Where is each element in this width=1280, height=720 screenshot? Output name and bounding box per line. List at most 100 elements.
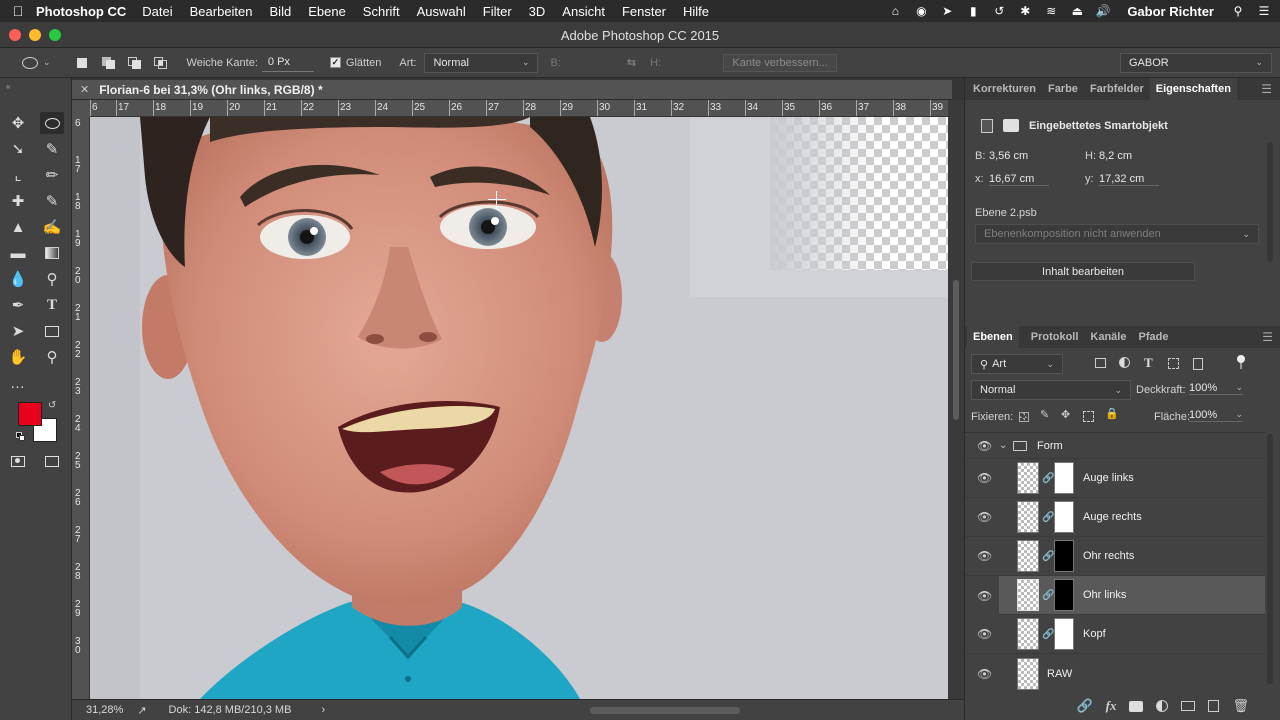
height-input[interactable] xyxy=(665,55,717,71)
width-value[interactable]: 3,56 cm xyxy=(989,150,1028,162)
dodge-tool-icon[interactable]: ⚲ xyxy=(40,268,64,290)
visibility-eye-icon[interactable]: 👁 xyxy=(977,589,992,603)
lock-transparent-pixels-icon[interactable] xyxy=(1019,412,1029,422)
smart-object-thumbnail[interactable] xyxy=(1017,618,1039,650)
smart-object-thumbnail[interactable] xyxy=(1017,657,1039,690)
new-group-icon[interactable] xyxy=(1181,701,1196,711)
layer-group-form[interactable]: 👁 ⌄ Form xyxy=(965,433,1265,459)
layer-style-fx-icon[interactable]: fx xyxy=(1106,698,1117,714)
canvas-vertical-scrollbar[interactable] xyxy=(948,100,964,699)
panel-menu-icon[interactable]: ☰ xyxy=(1261,82,1272,96)
ellipse-marquee-preset-icon[interactable] xyxy=(22,56,38,69)
notification-list-icon[interactable]: ☰ xyxy=(1256,4,1272,18)
quick-selection-tool-icon[interactable]: ✎ xyxy=(40,138,64,160)
gradient-tool-icon[interactable] xyxy=(40,242,64,264)
menu-bearbeiten[interactable]: Bearbeiten xyxy=(190,4,253,19)
battery-icon[interactable]: ▮ xyxy=(965,4,981,18)
clone-stamp-tool-icon[interactable]: ▲ xyxy=(6,216,30,238)
subtract-selection-icon[interactable] xyxy=(127,56,141,69)
zoom-level[interactable]: 31,28% xyxy=(86,704,123,716)
layer-filter-select[interactable]: ⚲ Art ⌄ xyxy=(971,354,1063,374)
delete-layer-icon[interactable]: 🗑 xyxy=(1232,698,1249,714)
visibility-eye-icon[interactable]: 👁 xyxy=(977,627,992,641)
edit-contents-button[interactable]: Inhalt bearbeiten xyxy=(971,262,1195,281)
zoom-tool-icon[interactable]: ⚲ xyxy=(40,346,64,368)
ellipse-marquee-tool-icon[interactable] xyxy=(40,112,64,134)
document-tab[interactable]: ✕ Florian-6 bei 31,3% (Ohr links, RGB/8)… xyxy=(72,80,952,100)
rectangle-tool-icon[interactable] xyxy=(40,320,64,342)
visibility-eye-icon[interactable]: 👁 xyxy=(977,667,992,681)
blur-tool-icon[interactable]: 💧 xyxy=(6,268,30,290)
smart-object-thumbnail[interactable] xyxy=(1017,540,1039,572)
tab-ebenen[interactable]: Ebenen xyxy=(967,326,1019,348)
smart-object-thumbnail[interactable] xyxy=(1017,462,1039,494)
layers-panel-menu-icon[interactable]: ☰ xyxy=(1262,330,1273,344)
new-adjustment-layer-icon[interactable] xyxy=(1156,700,1169,712)
fill-input[interactable]: 100% ⌄ xyxy=(1189,409,1243,422)
menu-hilfe[interactable]: Hilfe xyxy=(683,4,709,19)
collapse-toolbar-icon[interactable]: « xyxy=(6,82,10,91)
width-input[interactable] xyxy=(565,55,617,71)
group-name[interactable]: Form xyxy=(1037,440,1063,452)
horizontal-scrollbar[interactable] xyxy=(462,700,942,720)
layer-row[interactable]: 👁 RAW xyxy=(965,654,1265,693)
add-selection-icon[interactable] xyxy=(101,56,115,69)
mask-link-icon[interactable]: 🔗 xyxy=(1042,551,1054,562)
visibility-eye-icon[interactable]: 👁 xyxy=(977,471,992,485)
bluetooth-icon[interactable]: ✱ xyxy=(1017,4,1033,18)
lock-image-pixels-icon[interactable]: ✎ xyxy=(1040,408,1049,421)
eyedropper-tool-icon[interactable]: ✏ xyxy=(40,164,64,186)
layers-scrollbar[interactable] xyxy=(1267,434,1273,684)
foreground-color-swatch[interactable] xyxy=(18,402,42,426)
hand-tool-icon[interactable]: ✋ xyxy=(6,346,30,368)
status-menu-chevron-icon[interactable]: › xyxy=(321,704,325,716)
visibility-eye-icon[interactable]: 👁 xyxy=(977,549,992,563)
height-value[interactable]: 8,2 cm xyxy=(1099,150,1132,162)
smart-object-thumbnail[interactable] xyxy=(1017,579,1039,611)
menu-app-name[interactable]: Photoshop CC xyxy=(36,4,126,19)
group-expand-chevron-icon[interactable]: ⌄ xyxy=(999,440,1007,451)
new-selection-icon[interactable] xyxy=(76,57,87,68)
tab-eigenschaften[interactable]: Eigenschaften xyxy=(1149,78,1237,100)
tab-pfade[interactable]: Pfade xyxy=(1138,331,1168,343)
lock-all-icon[interactable]: 🔒 xyxy=(1105,407,1119,420)
new-layer-icon[interactable] xyxy=(1208,700,1220,712)
lock-artboard-icon[interactable] xyxy=(1083,411,1094,422)
intersect-selection-icon[interactable] xyxy=(153,56,167,69)
user-name[interactable]: Gabor Richter xyxy=(1127,4,1214,19)
spotlight-search-icon[interactable]: ⚲ xyxy=(1230,4,1246,18)
eject-icon[interactable]: ⏏ xyxy=(1069,4,1085,18)
vertical-ruler[interactable]: 6 1 7 1 8 1 9 2 0 2 1 2 2 2 3 2 4 2 5 2 6 2 7 2 8 2 9… xyxy=(72,117,90,699)
layer-name[interactable]: Ohr rechts xyxy=(1083,550,1134,562)
swap-colors-icon[interactable]: ↺ xyxy=(48,400,56,411)
pen-tool-icon[interactable]: ✒ xyxy=(6,294,30,316)
layer-row[interactable]: 👁 🔗 Auge rechts xyxy=(965,498,1265,537)
menu-ansicht[interactable]: Ansicht xyxy=(562,4,605,19)
brush-tool-icon[interactable]: ✎ xyxy=(40,190,64,212)
layer-name[interactable]: Auge rechts xyxy=(1083,511,1142,523)
style-select[interactable]: Normal ⌄ xyxy=(424,52,539,73)
layer-mask-thumbnail[interactable] xyxy=(1054,579,1074,611)
smart-object-thumbnail[interactable] xyxy=(1017,501,1039,533)
default-colors-icon[interactable] xyxy=(16,432,26,442)
more-tools-icon[interactable]: … xyxy=(6,372,30,394)
mask-link-icon[interactable]: 🔗 xyxy=(1042,512,1054,523)
home-icon[interactable]: ⌂ xyxy=(887,4,903,18)
refine-edge-button[interactable]: Kante verbessern... xyxy=(723,53,838,72)
tab-farbe[interactable]: Farbe xyxy=(1048,83,1078,95)
horizontal-ruler[interactable]: 6 17 18 19 20 21 22 23 24 25 26 27 28 29 30 31 32 33 34 35 3… xyxy=(90,100,948,117)
menu-schrift[interactable]: Schrift xyxy=(363,4,400,19)
send-icon[interactable]: ➤ xyxy=(939,4,955,18)
tab-protokoll[interactable]: Protokoll xyxy=(1031,331,1079,343)
preset-chevron-icon[interactable]: ⌄ xyxy=(43,57,51,68)
visibility-eye-icon[interactable]: 👁 xyxy=(977,439,992,453)
wifi-icon[interactable]: ≋ xyxy=(1043,4,1059,18)
filter-shape-icon[interactable] xyxy=(1168,358,1179,369)
mask-link-icon[interactable]: 🔗 xyxy=(1042,473,1054,484)
layer-comp-select[interactable]: Ebenenkomposition nicht anwenden ⌄ xyxy=(975,224,1259,244)
share-icon[interactable]: ↗ xyxy=(137,704,146,717)
document-canvas[interactable]: ❦ xyxy=(90,117,948,699)
menu-auswahl[interactable]: Auswahl xyxy=(417,4,466,19)
layer-name[interactable]: Ohr links xyxy=(1083,589,1126,601)
layer-mask-thumbnail[interactable] xyxy=(1054,462,1074,494)
